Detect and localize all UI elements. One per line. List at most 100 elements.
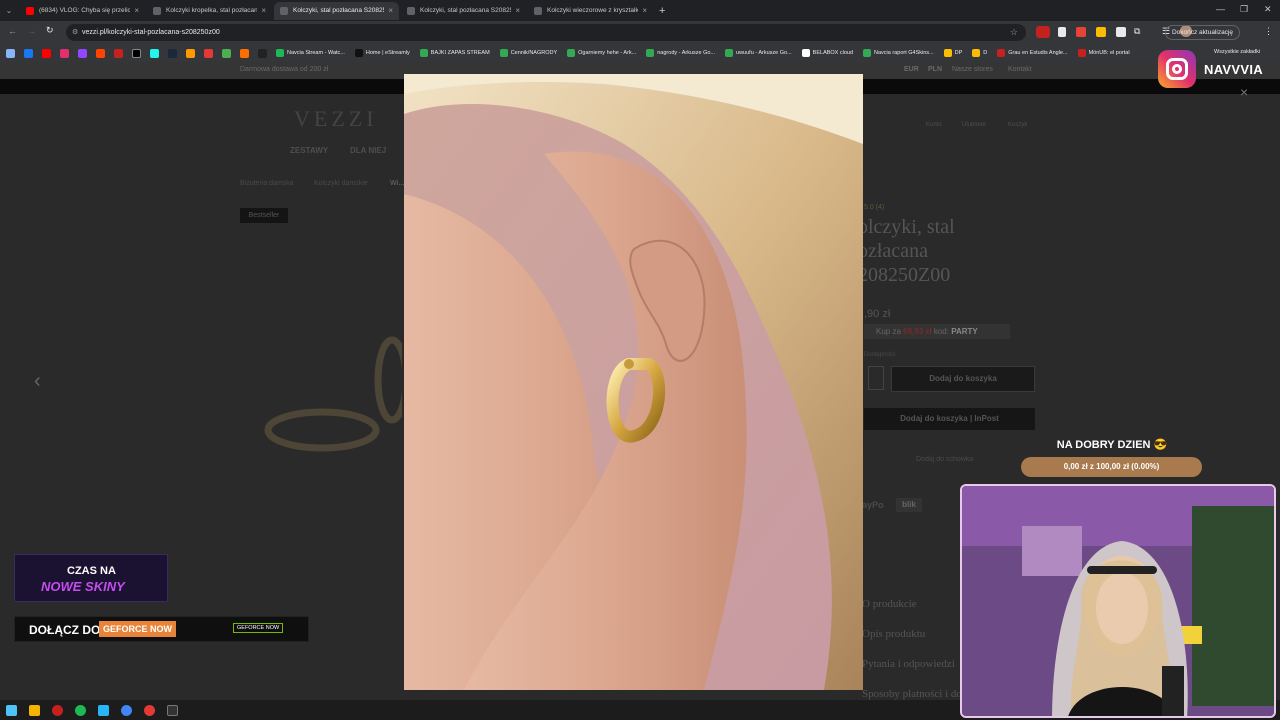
account-link[interactable]: Konto bbox=[926, 122, 942, 128]
nav-dla-niej[interactable]: DLA NIEJ bbox=[350, 146, 386, 155]
opera-icon[interactable] bbox=[52, 704, 63, 716]
donation-goal-text: 0,00 zł z 100,00 zł (0.00%) bbox=[1063, 462, 1160, 471]
tiktok-icon[interactable] bbox=[150, 48, 159, 58]
bookmark-icon[interactable] bbox=[204, 48, 213, 58]
site-logo[interactable]: VEZZI bbox=[294, 106, 378, 132]
breadcrumb-item[interactable]: Biżuteria damska bbox=[240, 180, 294, 187]
twitch-icon[interactable] bbox=[78, 48, 87, 58]
bookmark-icon bbox=[499, 49, 508, 57]
bookmark-item[interactable]: D bbox=[972, 49, 987, 57]
bookmark-item[interactable]: BELABOX cloud bbox=[801, 49, 853, 57]
browser-tab[interactable]: Kolczyki, stal pozłacana S208250Z0...× bbox=[274, 1, 399, 20]
quantity-stepper[interactable] bbox=[868, 366, 884, 390]
link-contact[interactable]: Kontakt bbox=[1008, 66, 1032, 73]
extension-icon[interactable] bbox=[1096, 27, 1106, 37]
bookmark-icon[interactable] bbox=[186, 48, 195, 58]
section-payment[interactable]: Sposoby płatności i dos... bbox=[862, 688, 974, 700]
tab-close-icon[interactable]: × bbox=[515, 6, 520, 15]
tab-list-chevron-icon[interactable]: ⌄ bbox=[0, 6, 18, 15]
nav-zestawy[interactable]: ZESTAWY bbox=[290, 146, 328, 155]
file-explorer-icon[interactable] bbox=[29, 704, 40, 716]
extension-icon[interactable] bbox=[1036, 26, 1050, 38]
prev-image-arrow[interactable]: ‹ bbox=[34, 370, 41, 393]
site-info-icon[interactable]: ⚙ bbox=[72, 24, 78, 41]
bookmarks-bar: Navcia Stream - Watc... Home | eStreamly B… bbox=[0, 44, 1280, 62]
bestseller-badge: Bestseller bbox=[240, 208, 288, 223]
donation-goal-title: NA DOBRY DZIEN 😎 bbox=[1056, 439, 1168, 451]
new-tab-button[interactable]: + bbox=[659, 5, 665, 17]
bookmark-label: D bbox=[983, 50, 988, 56]
forward-icon[interactable]: → bbox=[27, 26, 36, 36]
link-stores[interactable]: Nasze stores bbox=[952, 66, 993, 73]
wishlist-link[interactable]: Ulubione bbox=[962, 122, 986, 128]
menu-icon[interactable]: ⋮ bbox=[1264, 26, 1273, 37]
minimize-icon[interactable]: — bbox=[1216, 4, 1225, 14]
instagram-logo-icon bbox=[1158, 50, 1196, 88]
back-icon[interactable]: ← bbox=[8, 26, 17, 36]
app-icon[interactable] bbox=[144, 704, 155, 716]
extension-icon[interactable] bbox=[1058, 27, 1066, 37]
section-description[interactable]: Opis produktu bbox=[862, 628, 925, 640]
browser-tab[interactable]: Kolczyki kropelka, stal pozłacana S...× bbox=[147, 2, 272, 20]
bookmark-item[interactable]: MönUB: el portal bbox=[1077, 49, 1130, 57]
tab-close-icon[interactable]: × bbox=[388, 6, 393, 15]
bookmark-icon[interactable] bbox=[240, 48, 249, 58]
add-to-cart-button[interactable]: Dodaj do koszyka bbox=[891, 366, 1035, 392]
section-qa[interactable]: Pytania i odpowiedzi bbox=[862, 658, 955, 670]
reddit-icon[interactable] bbox=[96, 48, 105, 58]
extension-icon[interactable] bbox=[1116, 27, 1126, 37]
bookmark-item[interactable]: Navcia raport G4Skins... bbox=[863, 49, 934, 57]
close-window-icon[interactable]: ✕ bbox=[1264, 4, 1272, 15]
bookmark-item[interactable]: nagrody - Arkusze Go... bbox=[646, 49, 715, 57]
reload-icon[interactable]: ↻ bbox=[46, 25, 54, 36]
tab-close-icon[interactable]: × bbox=[134, 6, 139, 15]
currency-pln[interactable]: PLN bbox=[928, 66, 942, 73]
x-icon[interactable] bbox=[132, 48, 141, 58]
extensions-puzzle-icon[interactable]: ⧉ bbox=[1134, 26, 1140, 37]
restore-icon[interactable]: ❐ bbox=[1240, 4, 1248, 15]
apps-icon[interactable] bbox=[6, 48, 15, 58]
bookmark-item[interactable]: Grau en Estudis Angle... bbox=[997, 49, 1068, 57]
facebook-icon[interactable] bbox=[24, 48, 33, 58]
bookmark-label: uwuufu - Arkusze Go... bbox=[736, 50, 792, 56]
promo-code-label: kod: bbox=[933, 327, 949, 336]
tab-close-icon[interactable]: × bbox=[642, 6, 647, 15]
browser-tab[interactable]: (6834) VLOG: Chyba się przeliczył...× bbox=[20, 2, 145, 20]
bookmark-item[interactable]: DP bbox=[943, 49, 962, 57]
bookmark-item[interactable]: uwuufu - Arkusze Go... bbox=[725, 49, 792, 57]
section-about[interactable]: O produkcie bbox=[862, 598, 917, 610]
bookmark-icon[interactable] bbox=[114, 48, 123, 58]
bookmark-item[interactable]: Home | eStreamly bbox=[354, 49, 410, 57]
terminal-icon[interactable] bbox=[167, 704, 178, 716]
start-icon[interactable] bbox=[6, 704, 17, 716]
tab-favicon-icon bbox=[153, 6, 161, 15]
spotify-icon[interactable] bbox=[75, 704, 86, 716]
browser-tab[interactable]: Kolczyki, stal pozłacana S208250Z0...× bbox=[401, 2, 526, 20]
currency-eur[interactable]: EUR bbox=[904, 66, 919, 73]
url-input[interactable]: ⚙ vezzi.pl/kolczyki-stal-pozlacana-s2082… bbox=[66, 24, 1026, 41]
payment-paypo: ayPo bbox=[862, 500, 884, 510]
youtube-icon[interactable] bbox=[42, 48, 51, 58]
bookmark-item[interactable]: Navcia Stream - Watc... bbox=[276, 49, 345, 57]
save-for-later-link[interactable]: Dodaj do schowka bbox=[916, 456, 973, 463]
bookmark-icon[interactable] bbox=[222, 48, 231, 58]
bookmark-item[interactable]: BAJKI ZAPAS STREAM bbox=[419, 49, 490, 57]
bookmark-icon[interactable] bbox=[258, 48, 267, 58]
chrome-icon[interactable] bbox=[121, 704, 132, 716]
breadcrumb-item[interactable]: Kolczyki damskie bbox=[314, 180, 368, 187]
bookmark-star-icon[interactable]: ☆ bbox=[1010, 24, 1018, 41]
update-button[interactable]: Dokończ aktualizację bbox=[1164, 25, 1240, 40]
browser-tab[interactable]: Kolczyki wieczorowe z kryształkami...× bbox=[528, 2, 653, 20]
instagram-overlay: NAVVVIA bbox=[1158, 50, 1263, 88]
steam-icon[interactable] bbox=[168, 48, 177, 58]
add-to-cart-inpost-button[interactable]: Dodaj do koszyka | InPost bbox=[864, 408, 1035, 430]
bookmark-label: Navcia raport G4Skins... bbox=[874, 50, 934, 56]
instagram-icon[interactable] bbox=[60, 48, 69, 58]
bookmark-item[interactable]: Ogarniemy hehe - Ark... bbox=[567, 49, 636, 57]
bookmark-item[interactable]: Cennik/NAGRODY bbox=[499, 49, 557, 57]
telegram-icon[interactable] bbox=[98, 704, 109, 716]
extension-icon[interactable] bbox=[1076, 27, 1086, 37]
tab-close-icon[interactable]: × bbox=[261, 6, 266, 15]
cart-link[interactable]: Koszyk bbox=[1008, 122, 1027, 128]
promo-code-box: Kup za 69,93 zł kod: PARTY bbox=[864, 324, 1010, 339]
